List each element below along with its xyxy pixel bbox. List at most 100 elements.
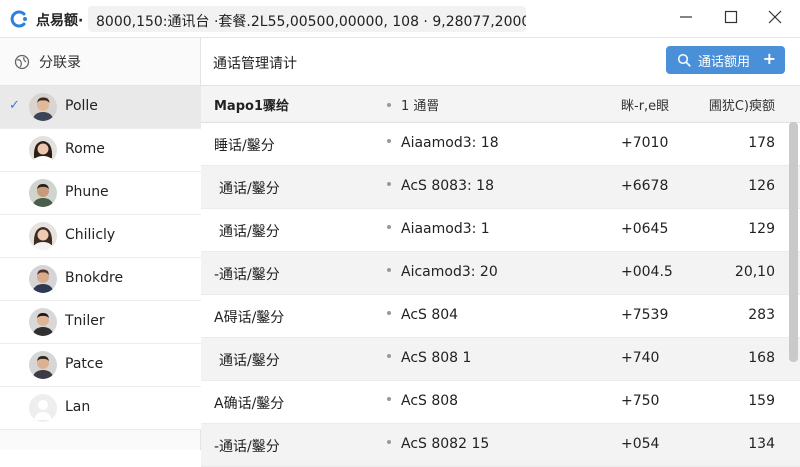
close-button[interactable] [755,0,795,34]
app-logo-icon [10,10,27,28]
row-value: 20,10 [734,264,775,280]
avatar [29,93,57,121]
contact-name: Patce [65,356,104,372]
avatar [29,222,57,250]
table-row[interactable]: A确话/鑿分 AcS 808 +750 159 [201,381,800,424]
call-quota-button[interactable]: 通话额用 + [666,46,785,74]
row-change: +0645 [621,221,669,237]
row-value: 126 [748,178,775,194]
bullet-icon [387,225,391,229]
row-type: 通话/鑿分 [219,224,280,240]
contact-item-tniler[interactable]: Tniler [0,301,201,344]
bullet-icon [387,440,391,444]
table-row[interactable]: -通话/鑿分 AcS 8082 15 +054 134 [201,424,800,467]
row-type: -通话/鑿分 [214,439,280,455]
check-icon: ✓ [9,98,20,113]
title-bar: 点易额· 8000,150:通讯台 ·套餐.2L55,00500,00000, … [0,0,800,38]
row-detail: Aiaamod3: 1 [387,221,490,237]
contact-list: ✓ Polle Rome Phune Chilicly Bnokdre Tnil… [0,86,201,430]
column-header[interactable]: 1 通罾 [387,95,439,114]
contact-item-phune[interactable]: Phune [0,172,201,215]
search-icon [677,53,691,67]
row-value: 178 [748,135,775,151]
row-type: A确话/鑿分 [214,396,285,412]
bullet-icon [387,354,391,358]
avatar [29,308,57,336]
row-type: 通话/鑿分 [219,181,280,197]
bullet-icon [387,311,391,315]
contact-item-bnokdre[interactable]: Bnokdre [0,258,201,301]
vertical-scrollbar[interactable] [789,122,798,362]
table-row[interactable]: 通话/鑿分 AcS 8083: 18 +6678 126 [201,166,800,209]
close-icon [768,10,782,24]
sidebar: 分联录 ✓ Polle Rome Phune Chilicly Bnokdre … [0,38,201,450]
minimize-button[interactable] [666,0,706,34]
bullet-icon [387,268,391,272]
contact-name: Tniler [65,313,105,329]
plus-icon: + [762,49,776,68]
avatar [29,351,57,379]
row-type: A碍话/鑿分 [214,310,285,326]
row-change: +7539 [621,307,669,323]
table-header: Mapo1骤给 1 通罾 眯-r,e眼 圃犹C)瘐额 [201,86,800,123]
row-detail: Aiaamod3: 18 [387,135,499,151]
sidebar-header-label: 分联录 [39,54,81,71]
row-change: +7010 [621,135,669,151]
app-title: 点易额· [36,13,84,29]
minimize-icon [680,16,692,18]
sidebar-header: 分联录 [0,38,201,86]
row-type: 通话/鑿分 [219,353,280,369]
bullet-icon [387,139,391,143]
contact-name: Rome [65,141,105,157]
call-quota-button-label: 通话额用 [698,54,751,70]
globe-icon [14,54,30,69]
table-row[interactable]: A碍话/鑿分 AcS 804 +7539 283 [201,295,800,338]
bullet-icon [387,397,391,401]
contact-item-lan[interactable]: Lan [0,387,201,430]
column-header[interactable]: Mapo1骤给 [214,95,289,114]
table-row[interactable]: 通话/鑿分 Aiaamod3: 1 +0645 129 [201,209,800,252]
column-header[interactable]: 眯-r,e眼 [621,95,669,114]
table-row[interactable]: 通话/鑿分 AcS 808 1 +740 168 [201,338,800,381]
row-value: 168 [748,350,775,366]
page-title: 通话管理请计 [213,56,297,72]
bullet-icon [387,102,391,107]
avatar [29,136,57,164]
row-change: +750 [621,393,660,409]
avatar [29,179,57,207]
contact-name: Phune [65,184,109,200]
avatar-placeholder [29,394,57,422]
row-detail: AcS 8083: 18 [387,178,494,194]
row-detail: AcS 804 [387,307,458,323]
contact-name: Chilicly [65,227,116,243]
contact-item-rome[interactable]: Rome [0,129,201,172]
avatar [29,265,57,293]
row-type: 睡话/鑿分 [214,138,275,154]
row-type: -通话/鑿分 [214,267,280,283]
maximize-button[interactable] [711,0,751,34]
row-detail: AcS 808 [387,393,458,409]
row-value: 283 [748,307,775,323]
contact-item-chilicly[interactable]: Chilicly [0,215,201,258]
app-window: 点易额· 8000,150:通讯台 ·套餐.2L55,00500,00000, … [0,0,800,467]
contact-name: Bnokdre [65,270,124,286]
row-value: 159 [748,393,775,409]
column-header[interactable]: 圃犹C)瘐额 [709,95,775,114]
row-change: +004.5 [621,264,673,280]
table-row[interactable]: 睡话/鑿分 Aiaamod3: 18 +7010 178 [201,123,800,166]
title-info-field: 8000,150:通讯台 ·套餐.2L55,00500,00000, 108 ·… [88,6,526,32]
contact-name: Polle [65,98,98,114]
contact-item-patce[interactable]: Patce [0,344,201,387]
row-detail: Aicamod3: 20 [387,264,498,280]
contact-item-polle[interactable]: ✓ Polle [0,86,201,129]
call-table: Mapo1骤给 1 通罾 眯-r,e眼 圃犹C)瘐额 睡话/鑿分 Aiaamod… [201,86,800,467]
row-change: +6678 [621,178,669,194]
row-value: 129 [748,221,775,237]
row-detail: AcS 808 1 [387,350,471,366]
row-change: +740 [621,350,660,366]
contact-name: Lan [65,399,91,415]
bullet-icon [387,182,391,186]
main-panel: 通话管理请计 通话额用 + Mapo1骤给 1 通罾 眯-r,e眼 圃犹C)瘐额… [201,38,800,467]
table-row[interactable]: -通话/鑿分 Aicamod3: 20 +004.5 20,10 [201,252,800,295]
maximize-icon [724,10,738,24]
